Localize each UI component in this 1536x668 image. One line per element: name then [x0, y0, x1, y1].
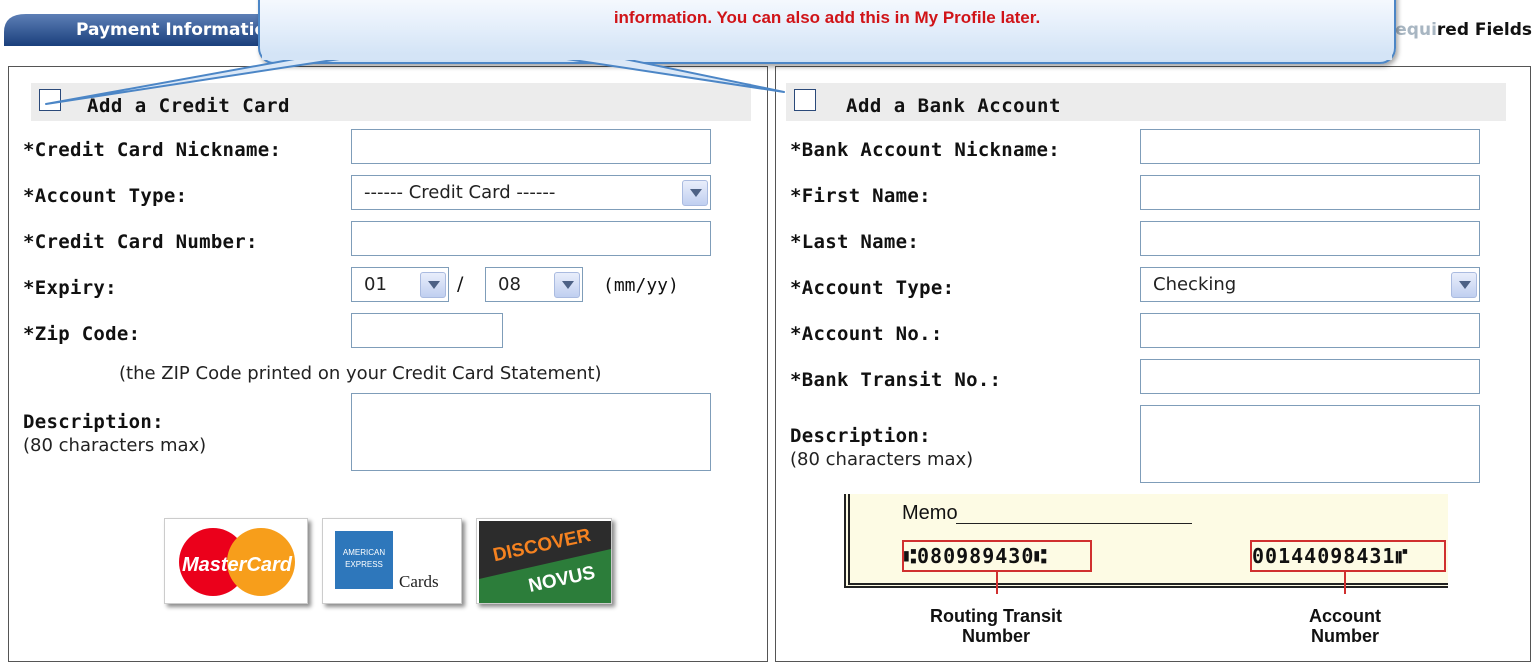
bank-transit-label: *Bank Transit No.:	[790, 369, 1002, 391]
routing-caption-line2: Number	[961, 626, 1030, 646]
bank-description-textarea[interactable]	[1140, 405, 1480, 483]
bank-description-label: Description:	[790, 425, 931, 447]
zip-code-note: (the ZIP Code printed on your Credit Car…	[119, 363, 602, 384]
bank-account-type-label: *Account Type:	[790, 277, 955, 299]
routing-caption-line1: Routing Transit	[930, 606, 1062, 626]
chevron-down-icon[interactable]	[420, 272, 446, 298]
account-caption-line2: Number	[1310, 626, 1379, 646]
cc-description-textarea[interactable]	[351, 393, 711, 471]
amex-cards-text: Cards	[399, 572, 439, 591]
chevron-down-icon[interactable]	[554, 272, 580, 298]
bank-account-type-value: Checking	[1153, 274, 1237, 295]
zip-code-label: *Zip Code:	[23, 323, 141, 345]
routing-pointer-line	[996, 572, 998, 594]
account-pointer-line	[1344, 572, 1346, 594]
check-memo-line	[956, 523, 1192, 524]
credit-card-number-input[interactable]	[351, 221, 711, 256]
mastercard-logo: MasterCard	[164, 518, 308, 604]
last-name-input[interactable]	[1140, 221, 1480, 256]
first-name-label: *First Name:	[790, 185, 931, 207]
routing-caption: Routing Transit Number	[910, 606, 1082, 646]
credit-card-nickname-input[interactable]	[351, 129, 711, 164]
expiry-month-value: 01	[364, 274, 387, 295]
expiry-month-select[interactable]: 01	[351, 267, 449, 302]
check-diagram: Memo ⑆080989430⑆ 00144098431⑈	[844, 494, 1448, 594]
amex-text-bottom: EXPRESS	[345, 560, 383, 569]
bank-account-type-select[interactable]: Checking	[1140, 267, 1480, 302]
credit-card-number-label: *Credit Card Number:	[23, 231, 258, 253]
callout-pointer-left	[45, 57, 347, 105]
bank-nickname-label: *Bank Account Nickname:	[790, 139, 1060, 161]
expiry-separator: /	[457, 273, 464, 295]
callout-pointer-seam	[262, 54, 1392, 60]
callout-pointer-right	[559, 57, 785, 93]
cc-account-type-label: *Account Type:	[23, 185, 188, 207]
chevron-down-icon[interactable]	[1451, 272, 1477, 298]
account-no-label: *Account No.:	[790, 323, 943, 345]
chevron-down-icon[interactable]	[682, 180, 708, 206]
bank-transit-input[interactable]	[1140, 359, 1480, 394]
expiry-year-select[interactable]: 08	[485, 267, 583, 302]
account-caption: Account Number	[1290, 606, 1400, 646]
mastercard-text: MasterCard	[182, 554, 293, 576]
account-digits: 00144098431⑈	[1252, 544, 1409, 568]
bank-nickname-input[interactable]	[1140, 129, 1480, 164]
expiry-format-hint: (mm/yy)	[603, 275, 679, 296]
cc-description-note: (80 characters max)	[23, 435, 207, 456]
callout-pointers	[45, 54, 1392, 105]
first-name-input[interactable]	[1140, 175, 1480, 210]
cc-account-type-value: ------ Credit Card ------	[364, 182, 556, 203]
account-caption-line1: Account	[1309, 606, 1381, 626]
amex-logo: AMERICAN EXPRESS Cards	[322, 518, 462, 604]
expiry-year-value: 08	[498, 274, 521, 295]
account-no-input[interactable]	[1140, 313, 1480, 348]
cc-account-type-select[interactable]: ------ Credit Card ------	[351, 175, 711, 210]
expiry-label: *Expiry:	[23, 277, 117, 299]
credit-card-nickname-label: *Credit Card Nickname:	[23, 139, 282, 161]
check-memo-label: Memo	[902, 502, 958, 524]
amex-text-top: AMERICAN	[343, 548, 385, 557]
cc-description-label: Description:	[23, 411, 164, 433]
discover-novus-logo: DISCOVER NOVUS	[476, 518, 612, 604]
bank-description-note: (80 characters max)	[790, 449, 974, 470]
routing-digits: ⑆080989430⑆	[904, 544, 1048, 568]
zip-code-input[interactable]	[351, 313, 503, 348]
last-name-label: *Last Name:	[790, 231, 920, 253]
